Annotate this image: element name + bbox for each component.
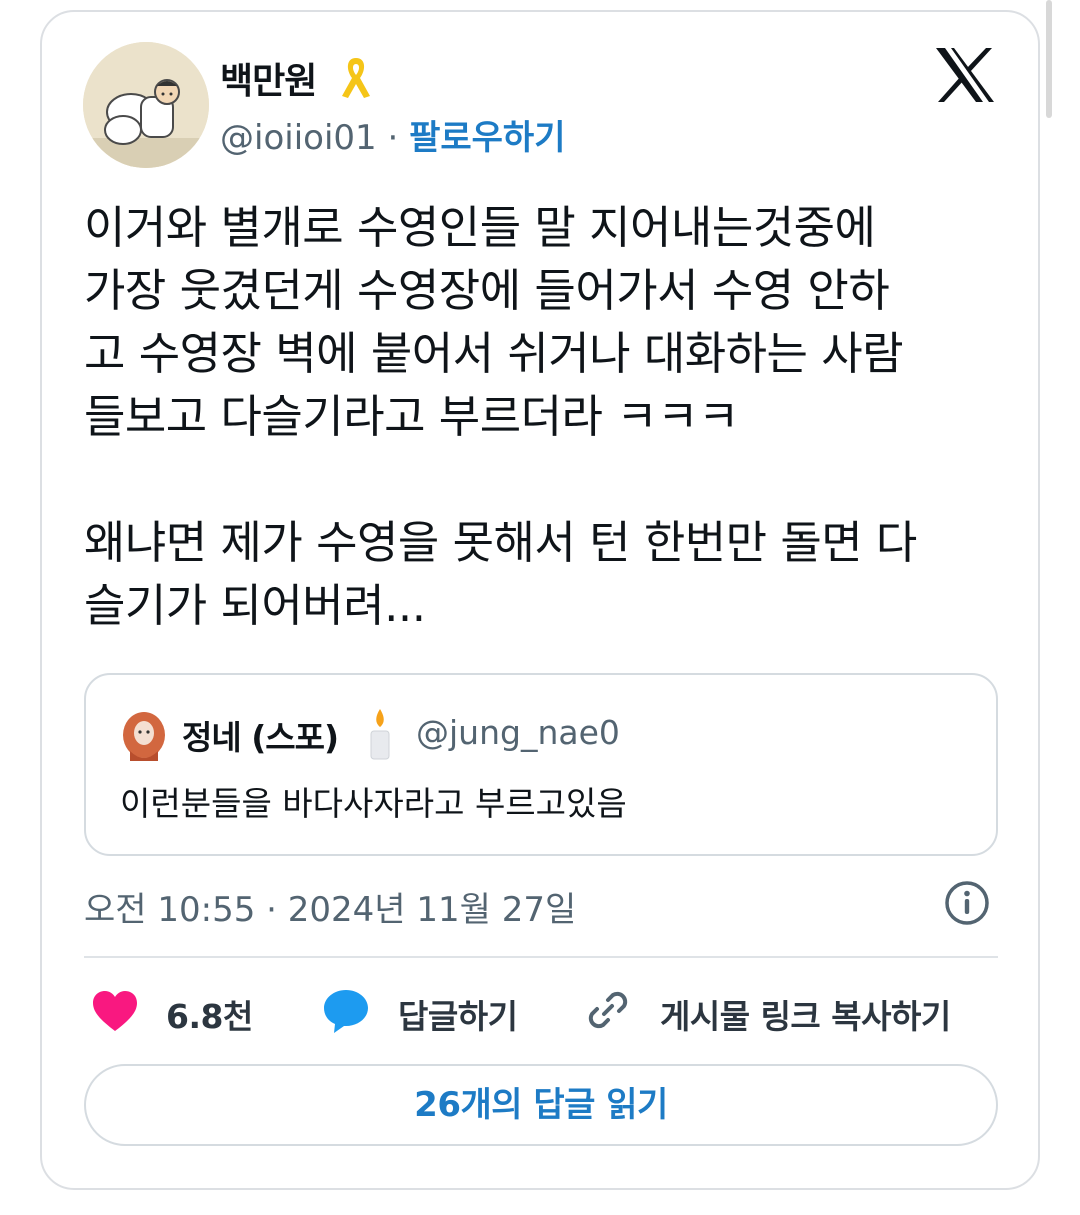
divider — [84, 956, 998, 958]
avatar-illustration — [83, 42, 209, 168]
link-icon[interactable] — [584, 988, 632, 1034]
author-avatar[interactable] — [83, 42, 209, 168]
action-bar: 6.8천 답글하기 게시물 링크 복사하기 — [0, 986, 1080, 1036]
copy-link-button[interactable]: 게시물 링크 복사하기 — [660, 990, 951, 1038]
quoted-tweet[interactable]: 정네 (스포) @jung_nae0 이런분들을 바다사자라고 부르고있음 — [84, 673, 998, 856]
page-scrollbar[interactable] — [1046, 0, 1052, 118]
author-name[interactable]: 백만원 — [220, 52, 317, 104]
follow-button[interactable]: 팔로우하기 — [409, 118, 565, 158]
reply-bubble-icon[interactable] — [322, 988, 370, 1034]
tweet-text: 이거와 별개로 수영인들 말 지어내는것중에 가장 웃겼던게 수영장에 들어가서… — [84, 201, 917, 632]
quote-author-handle: @jung_nae0 — [416, 713, 620, 752]
info-icon[interactable] — [944, 880, 990, 926]
x-logo-icon[interactable] — [934, 46, 996, 104]
heart-icon[interactable] — [92, 990, 138, 1032]
read-replies-button[interactable]: 26개의 답글 읽기 — [84, 1064, 998, 1146]
like-count[interactable]: 6.8천 — [166, 990, 253, 1038]
handle-separator: · — [387, 118, 399, 158]
quote-author-avatar[interactable] — [122, 711, 166, 761]
author-handle[interactable]: @ioiioi01 — [220, 118, 377, 158]
author-handle-row: @ioiioi01 · 팔로우하기 — [220, 110, 566, 159]
candle-icon — [370, 709, 390, 760]
quote-author-name: 정네 (스포) — [182, 718, 339, 757]
reply-button[interactable]: 답글하기 — [398, 990, 518, 1038]
quote-text: 이런분들을 바다사자라고 부르고있음 — [120, 784, 627, 823]
yellow-ribbon-icon — [342, 58, 370, 98]
tweet-timestamp[interactable]: 오전 10:55 · 2024년 11월 27일 — [84, 882, 576, 931]
